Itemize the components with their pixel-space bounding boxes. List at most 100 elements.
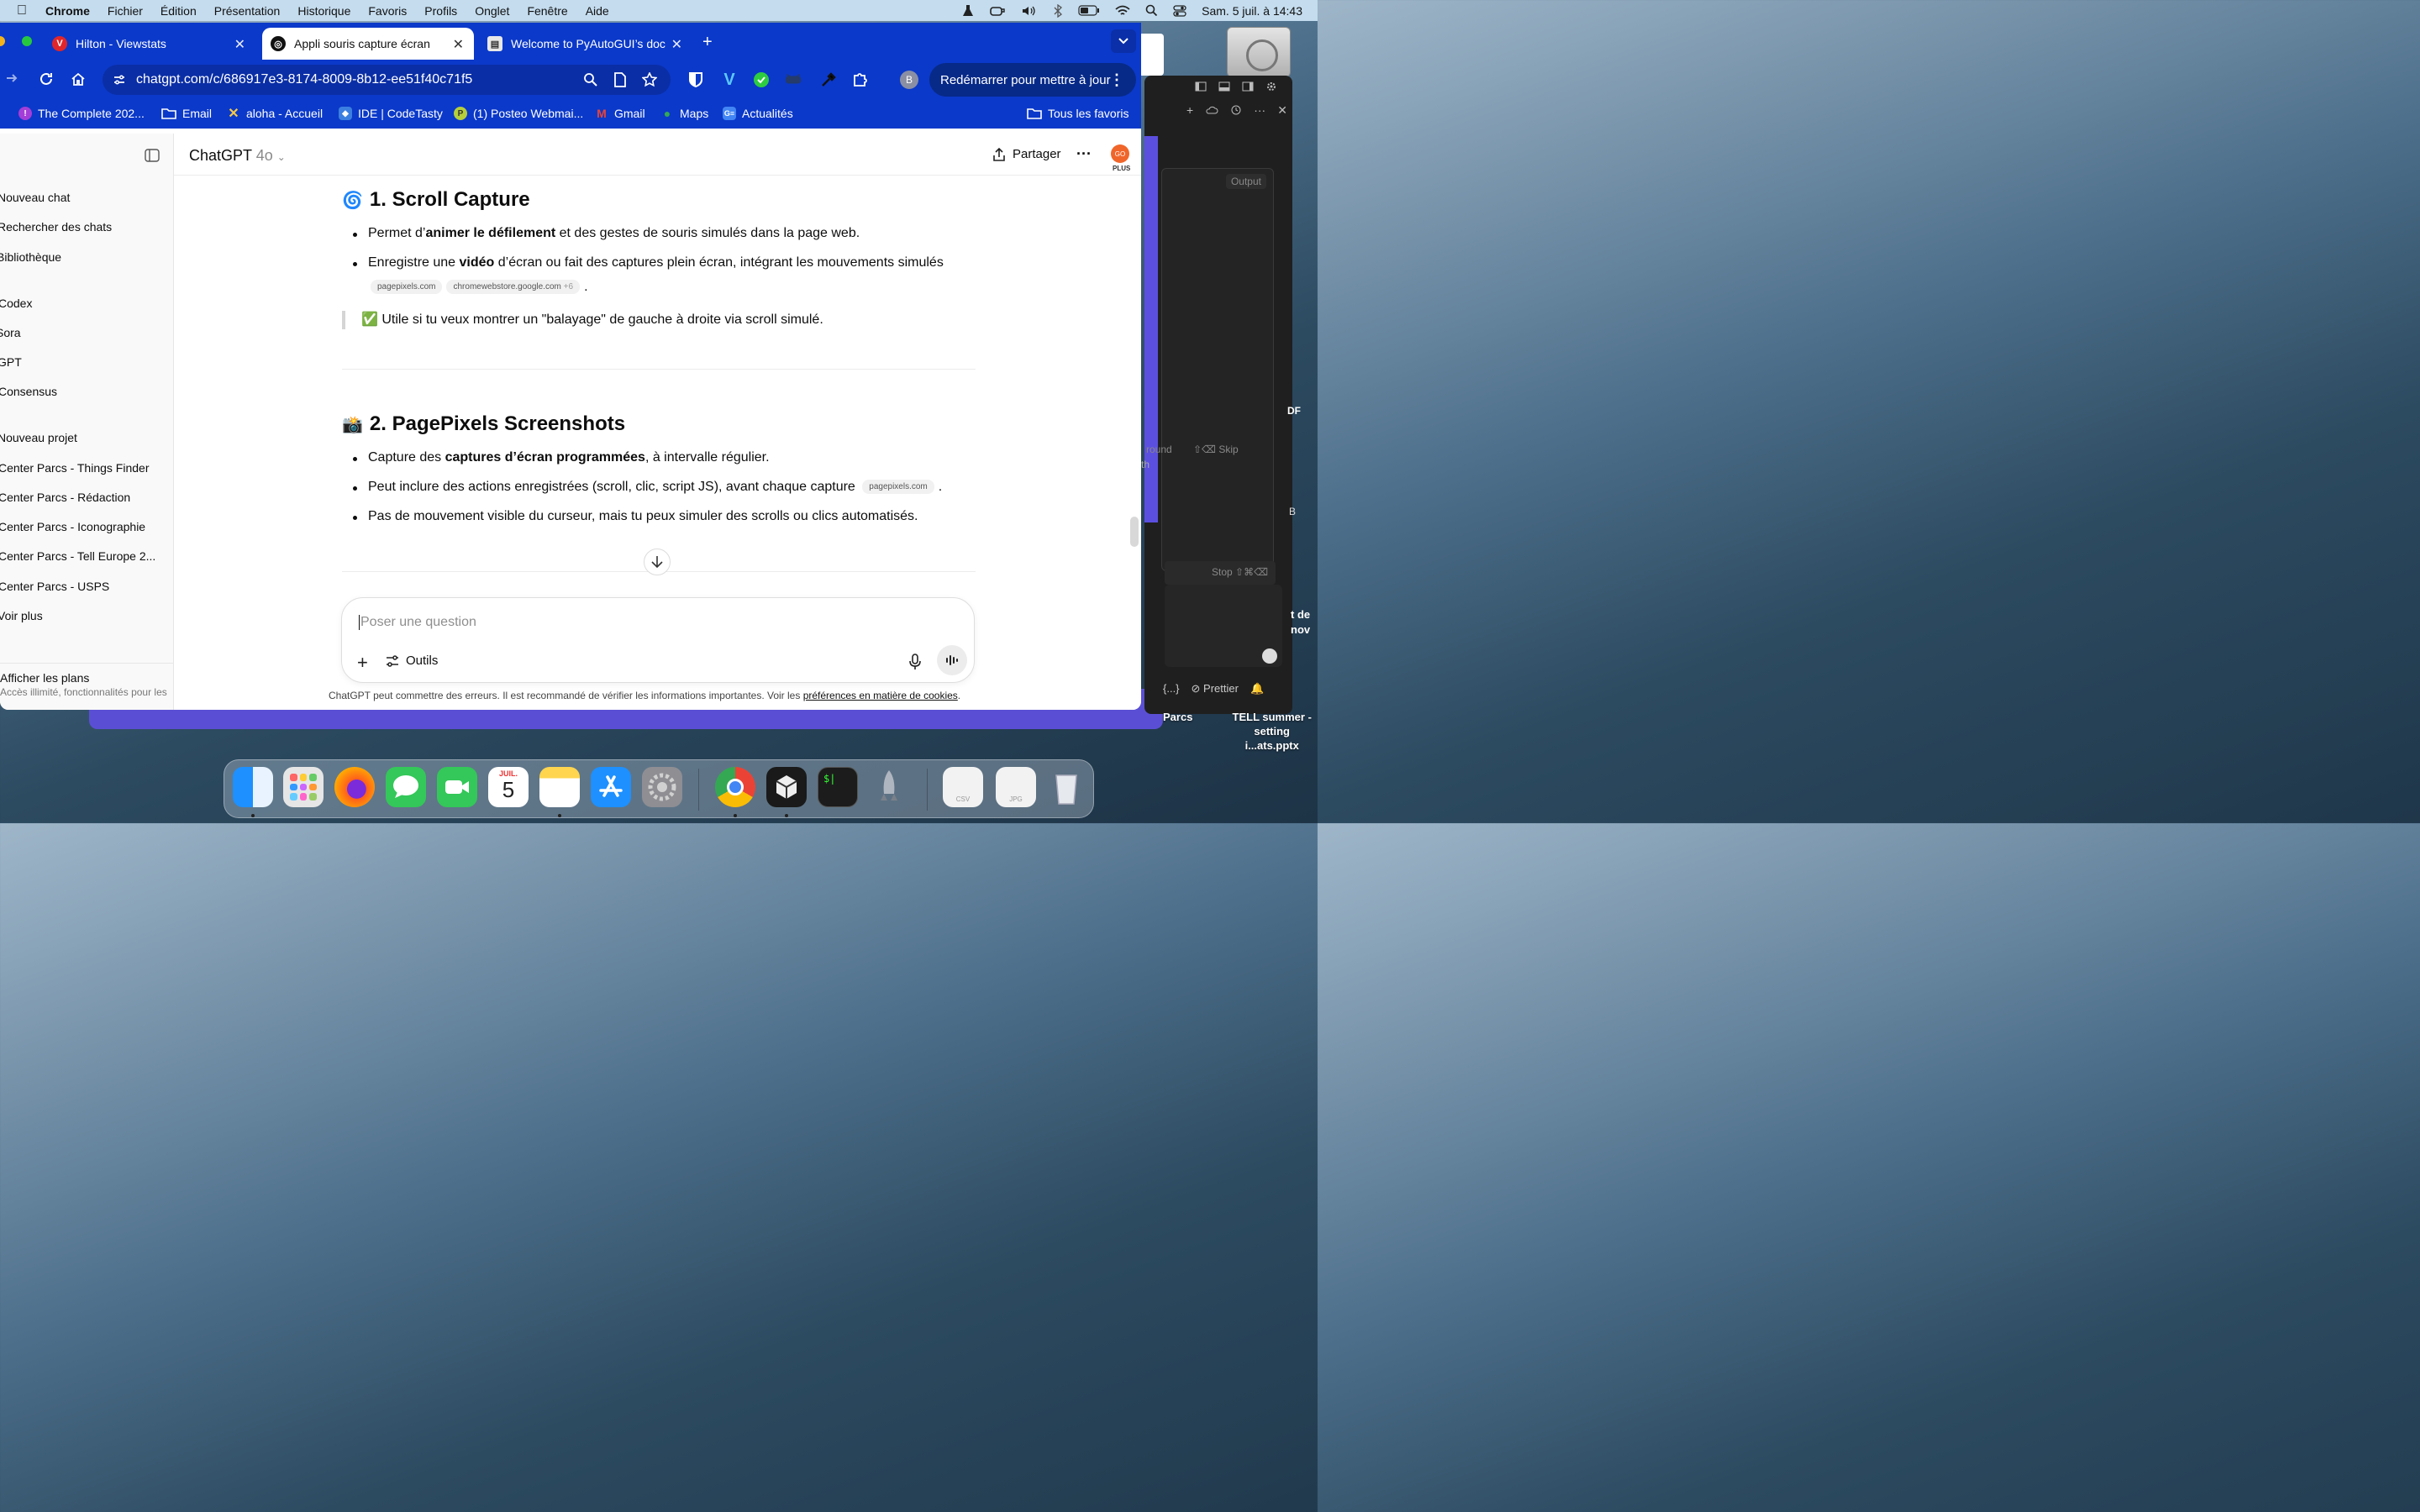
apple-icon[interactable]:  (17, 3, 27, 18)
bitwarden-extension-icon[interactable] (687, 71, 704, 88)
wifi-icon[interactable] (1115, 5, 1130, 17)
bookmark-posteo[interactable]: P (1) Posteo Webmai... (454, 107, 583, 120)
share-button[interactable]: Partager (992, 147, 1061, 161)
menu-presentation[interactable]: Présentation (214, 4, 281, 18)
cup-icon[interactable] (989, 5, 1006, 17)
tab-search-chevron-icon[interactable] (1111, 29, 1136, 53)
sidebar-item-project[interactable]: Center Parcs - USPS (0, 580, 109, 593)
desktop-document-icon[interactable] (1139, 34, 1164, 76)
system-settings-icon[interactable] (642, 767, 682, 807)
sidebar-item-new-chat[interactable]: Nouveau chat (0, 191, 70, 204)
csv-file-icon[interactable]: CSV (943, 767, 983, 807)
chrome-icon[interactable] (715, 767, 755, 807)
flask-icon[interactable] (962, 4, 974, 18)
panel-icon[interactable] (1218, 81, 1230, 92)
citation-chip[interactable]: pagepixels.com (371, 280, 443, 295)
status-braces[interactable]: {...} (1163, 682, 1180, 696)
background-label[interactable]: round (1146, 444, 1172, 455)
notes-icon[interactable] (539, 767, 580, 807)
battery-icon[interactable] (1078, 5, 1100, 16)
trash-icon[interactable] (1046, 767, 1086, 807)
jpg-file-icon[interactable]: JPG (996, 767, 1036, 807)
eyedropper-extension-icon[interactable] (820, 71, 837, 88)
rocket-icon[interactable] (869, 767, 909, 807)
close-panel-icon[interactable]: ✕ (1277, 103, 1287, 118)
bookmark-aloha[interactable]: ✕ aloha - Accueil (227, 107, 323, 121)
desktop-file-parcs[interactable]: Parcs (1163, 710, 1192, 753)
finder-icon[interactable] (233, 767, 273, 807)
citation-chip[interactable]: chromewebstore.google.com +6 (446, 280, 581, 295)
sidebar-left-icon[interactable] (1195, 81, 1207, 92)
output-tab[interactable]: Output (1225, 174, 1266, 189)
sidebar-item-consensus[interactable]: Consensus (0, 385, 57, 398)
firefox-icon[interactable] (334, 767, 375, 807)
bookmark-actualites[interactable]: G≡ Actualités (723, 107, 793, 120)
hard-drive-icon[interactable] (1227, 27, 1291, 77)
voice-mode-icon[interactable] (937, 645, 967, 675)
plans-link[interactable]: Afficher les plans (0, 671, 89, 685)
menubar-clock[interactable]: Sam. 5 juil. à 14:43 (1202, 4, 1302, 18)
calendar-icon[interactable]: JUIL. 5 (488, 767, 529, 807)
skip-button[interactable]: ⇧⌫ Skip (1193, 444, 1239, 455)
model-selector[interactable]: ChatGPT 4o ⌄ (189, 147, 286, 165)
gamepad-extension-icon[interactable] (785, 71, 802, 88)
app-store-icon[interactable] (591, 767, 631, 807)
sidebar-item-gpt[interactable]: GPT (0, 355, 22, 369)
menu-fenetre[interactable]: Fenêtre (527, 4, 567, 18)
sidebar-toggle-icon[interactable] (145, 149, 160, 162)
tab-pyautogui[interactable]: ▤ Welcome to PyAutoGUI’s doc ✕ (481, 28, 692, 60)
sidebar-item-sora[interactable]: Sora (0, 326, 21, 339)
scroll-down-arrow-icon[interactable] (644, 549, 671, 575)
bookmark-maps[interactable]: ● Maps (660, 107, 708, 120)
prompt-input[interactable]: Poser une question (359, 615, 476, 630)
citation-chip[interactable]: pagepixels.com (862, 480, 934, 495)
menu-app-name[interactable]: Chrome (45, 4, 90, 18)
tab-appli-souris[interactable]: ◎ Appli souris capture écran ✕ (262, 28, 474, 60)
volume-icon[interactable] (1021, 5, 1038, 17)
sidebar-item-project[interactable]: Center Parcs - Iconographie (0, 520, 145, 533)
extensions-puzzle-icon[interactable] (852, 71, 869, 88)
terminal-icon[interactable]: $| (818, 767, 858, 807)
green-extension-icon[interactable] (753, 71, 770, 88)
bookmark-codetasty[interactable]: ◆ IDE | CodeTasty (339, 107, 443, 120)
vscode-stop-send-icon[interactable] (1262, 648, 1277, 664)
browser-menu-icon[interactable]: ⋮ (1109, 71, 1124, 89)
close-tab-icon[interactable]: ✕ (234, 36, 245, 53)
sidebar-right-icon[interactable] (1242, 81, 1254, 92)
new-chat-plus-icon[interactable]: + (1186, 103, 1193, 117)
bookmark-complete[interactable]: ! The Complete 202... (18, 107, 145, 120)
home-icon[interactable] (71, 71, 86, 87)
settings-gear-icon[interactable] (1265, 81, 1277, 92)
sidebar-item-library[interactable]: Bibliothèque (0, 250, 61, 264)
update-button[interactable]: Redémarrer pour mettre à jour ⋮ (929, 63, 1136, 97)
microphone-icon[interactable] (909, 654, 921, 670)
bookmark-star-icon[interactable] (642, 72, 657, 87)
attach-plus-icon[interactable]: + (357, 652, 368, 674)
user-avatar[interactable]: GO (1111, 144, 1129, 163)
bookmark-email[interactable]: Email (161, 107, 212, 120)
messages-icon[interactable] (386, 767, 426, 807)
sidebar-item-project[interactable]: Center Parcs - Rédaction (0, 491, 130, 504)
bookmark-gmail[interactable]: M Gmail (595, 107, 644, 120)
status-prettier[interactable]: ⊘ Prettier (1192, 682, 1239, 696)
sidebar-item-see-more[interactable]: Voir plus (0, 609, 43, 622)
bell-icon[interactable]: 🔔 (1250, 682, 1264, 696)
facetime-icon[interactable] (437, 767, 477, 807)
tools-button[interactable]: Outils (386, 654, 438, 668)
sidebar-item-codex[interactable]: Codex (0, 297, 32, 310)
vimeo-extension-icon[interactable]: V (721, 71, 738, 89)
close-tab-icon[interactable]: ✕ (453, 36, 464, 53)
close-tab-icon[interactable]: ✕ (671, 36, 682, 53)
maximize-window-button[interactable] (22, 36, 32, 46)
cookie-preferences-link[interactable]: préférences en matière de cookies (803, 690, 958, 701)
menu-onglet[interactable]: Onglet (475, 4, 509, 18)
sidebar-item-project[interactable]: Center Parcs - Tell Europe 2... (0, 549, 155, 563)
page-icon[interactable] (613, 72, 627, 87)
forward-arrow-icon[interactable] (5, 71, 18, 85)
control-center-icon[interactable] (1173, 4, 1186, 17)
new-tab-button[interactable]: + (702, 33, 713, 52)
menu-edition[interactable]: Édition (160, 4, 197, 18)
history-icon[interactable] (1230, 104, 1242, 116)
menu-profils[interactable]: Profils (424, 4, 457, 18)
address-bar[interactable]: chatgpt.com/c/686917e3-8174-8009-8b12-ee… (103, 65, 671, 95)
